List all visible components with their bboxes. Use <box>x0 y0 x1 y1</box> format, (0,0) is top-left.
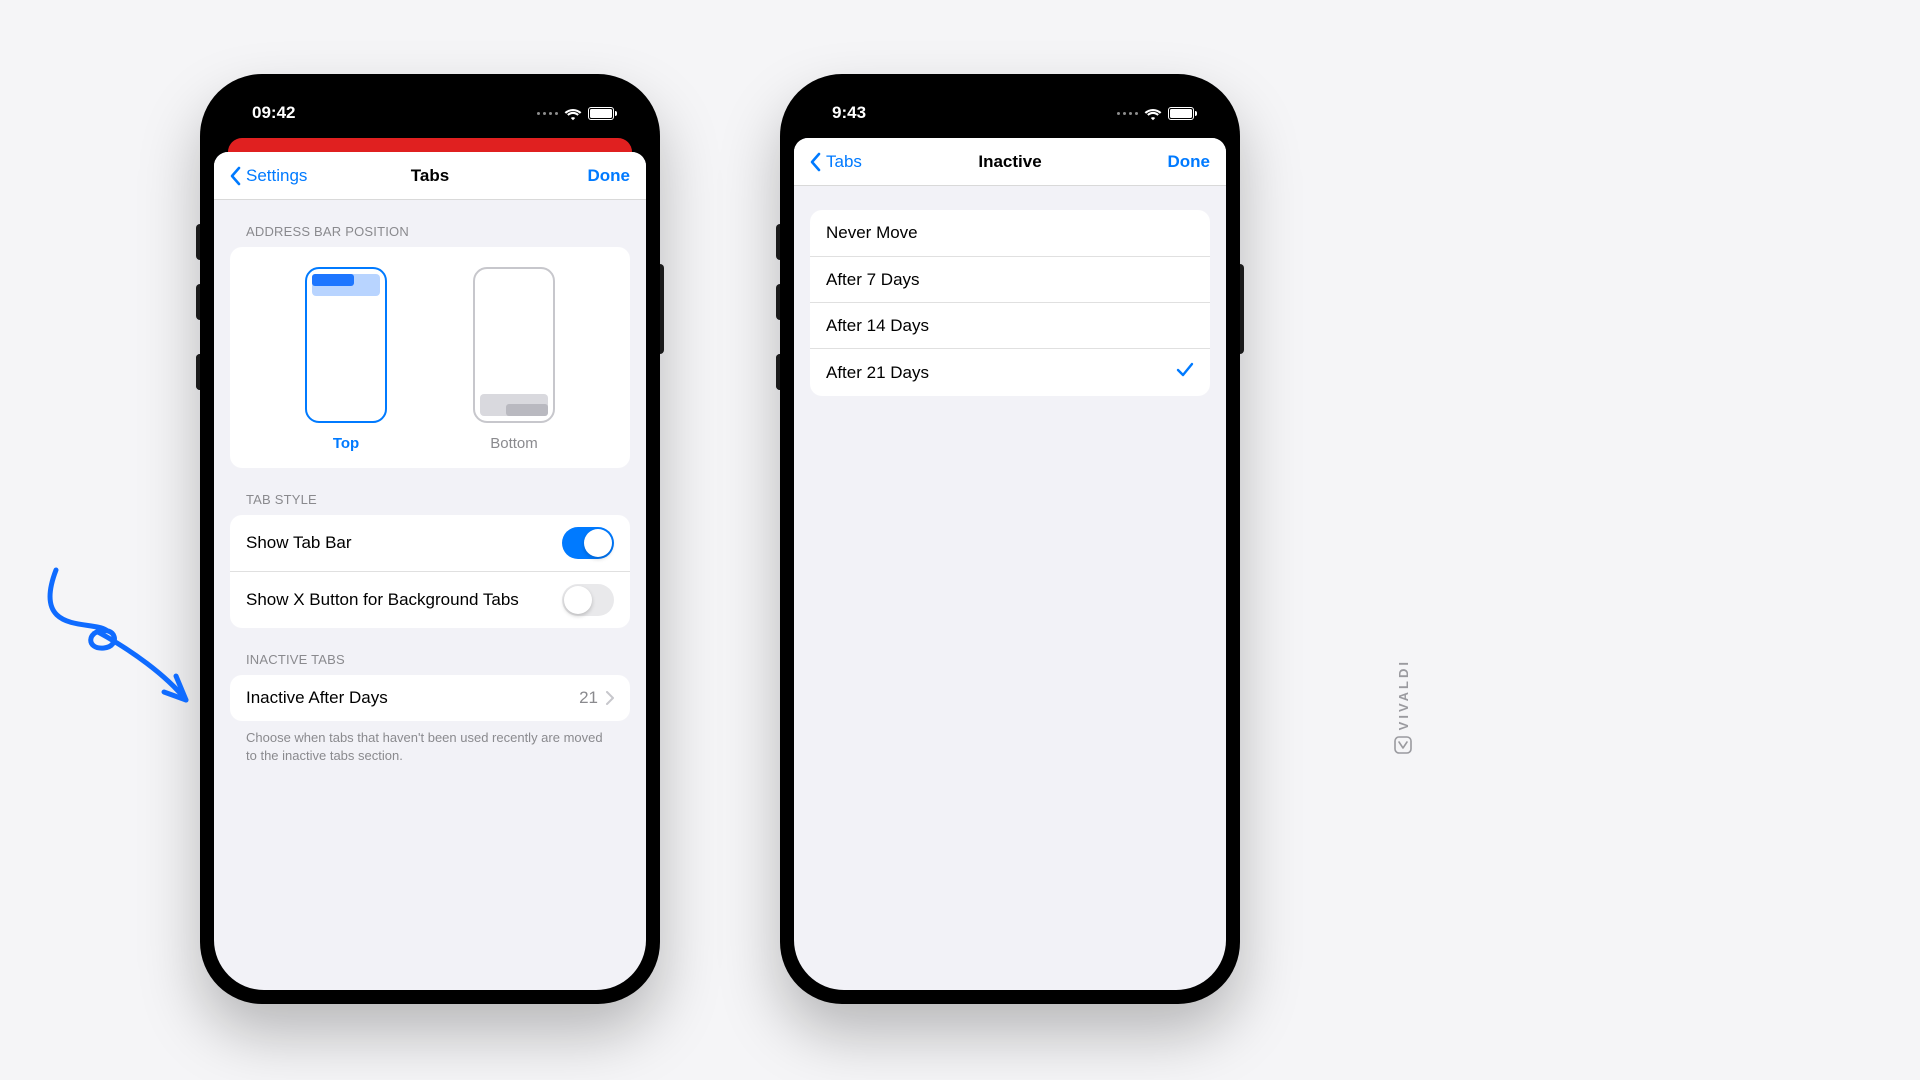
row-label: Inactive After Days <box>246 688 388 708</box>
option-label: After 14 Days <box>826 316 929 336</box>
cellular-dots-icon <box>537 112 558 115</box>
done-button[interactable]: Done <box>588 166 631 186</box>
wifi-icon <box>1144 106 1162 120</box>
cellular-dots-icon <box>1117 112 1138 115</box>
back-label: Tabs <box>826 152 862 172</box>
inactive-tabs-card: Inactive After Days 21 <box>230 675 630 721</box>
section-footer-inactive-tabs: Choose when tabs that haven't been used … <box>214 721 646 764</box>
nav-bar: Settings Tabs Done <box>214 152 646 200</box>
back-button[interactable]: Tabs <box>810 152 862 172</box>
row-value: 21 <box>579 688 598 708</box>
row-inactive-after-days[interactable]: Inactive After Days 21 <box>230 675 630 721</box>
status-time: 09:42 <box>252 103 295 123</box>
vivaldi-watermark: VIVALDI <box>1394 659 1412 754</box>
toggle-show-x-button[interactable] <box>562 584 614 616</box>
option-never-move[interactable]: Never Move <box>810 210 1210 256</box>
accent-strip <box>228 138 632 152</box>
back-button[interactable]: Settings <box>230 166 307 186</box>
option-top-label: Top <box>333 435 359 452</box>
option-after-14-days[interactable]: After 14 Days <box>810 302 1210 348</box>
row-show-x-button[interactable]: Show X Button for Background Tabs <box>230 571 630 628</box>
option-bottom-label: Bottom <box>490 435 538 452</box>
option-label: Never Move <box>826 223 918 243</box>
nav-bar: Tabs Inactive Done <box>794 138 1226 186</box>
wifi-icon <box>564 106 582 120</box>
section-header-inactive-tabs: INACTIVE TABS <box>214 628 646 675</box>
section-header-address-bar: ADDRESS BAR POSITION <box>214 200 646 247</box>
section-header-tab-style: TAB STYLE <box>214 468 646 515</box>
status-icons <box>1117 106 1194 120</box>
address-bar-position-card: Top Bottom <box>230 247 630 468</box>
battery-icon <box>1168 107 1194 120</box>
row-label: Show X Button for Background Tabs <box>246 590 519 610</box>
phone-screen: 09:42 Settings Tabs Done ADDRESS BAR PO <box>214 88 646 990</box>
chevron-left-icon <box>810 152 822 172</box>
option-label: After 21 Days <box>826 363 929 383</box>
settings-sheet: Tabs Inactive Done Never Move After 7 Da… <box>794 138 1226 990</box>
arrow-annotation-icon <box>36 560 206 730</box>
row-show-tab-bar[interactable]: Show Tab Bar <box>230 515 630 571</box>
back-label: Settings <box>246 166 307 186</box>
phone-screen: 9:43 Tabs Inactive Done N <box>794 88 1226 990</box>
option-after-7-days[interactable]: After 7 Days <box>810 256 1210 302</box>
phone-mockup-inactive: 9:43 Tabs Inactive Done N <box>780 74 1240 1004</box>
tab-style-card: Show Tab Bar Show X Button for Backgroun… <box>230 515 630 628</box>
status-time: 9:43 <box>832 103 866 123</box>
status-bar: 09:42 <box>214 88 646 138</box>
preview-phone-top-icon <box>305 267 387 423</box>
row-detail: 21 <box>579 688 614 708</box>
status-icons <box>537 106 614 120</box>
status-bar: 9:43 <box>794 88 1226 138</box>
option-label: After 7 Days <box>826 270 920 290</box>
option-after-21-days[interactable]: After 21 Days <box>810 348 1210 396</box>
chevron-left-icon <box>230 166 242 186</box>
watermark-text: VIVALDI <box>1396 659 1411 730</box>
toggle-show-tab-bar[interactable] <box>562 527 614 559</box>
row-label: Show Tab Bar <box>246 533 352 553</box>
preview-phone-bottom-icon <box>473 267 555 423</box>
option-bottom[interactable]: Bottom <box>473 267 555 452</box>
battery-icon <box>588 107 614 120</box>
phone-mockup-tabs: 09:42 Settings Tabs Done ADDRESS BAR PO <box>200 74 660 1004</box>
inactive-options-card: Never Move After 7 Days After 14 Days Af… <box>810 210 1210 396</box>
vivaldi-logo-icon <box>1394 736 1412 754</box>
settings-sheet: Settings Tabs Done ADDRESS BAR POSITION … <box>214 152 646 990</box>
checkmark-icon <box>1176 361 1194 384</box>
done-button[interactable]: Done <box>1168 152 1211 172</box>
option-top[interactable]: Top <box>305 267 387 452</box>
chevron-right-icon <box>606 691 614 705</box>
